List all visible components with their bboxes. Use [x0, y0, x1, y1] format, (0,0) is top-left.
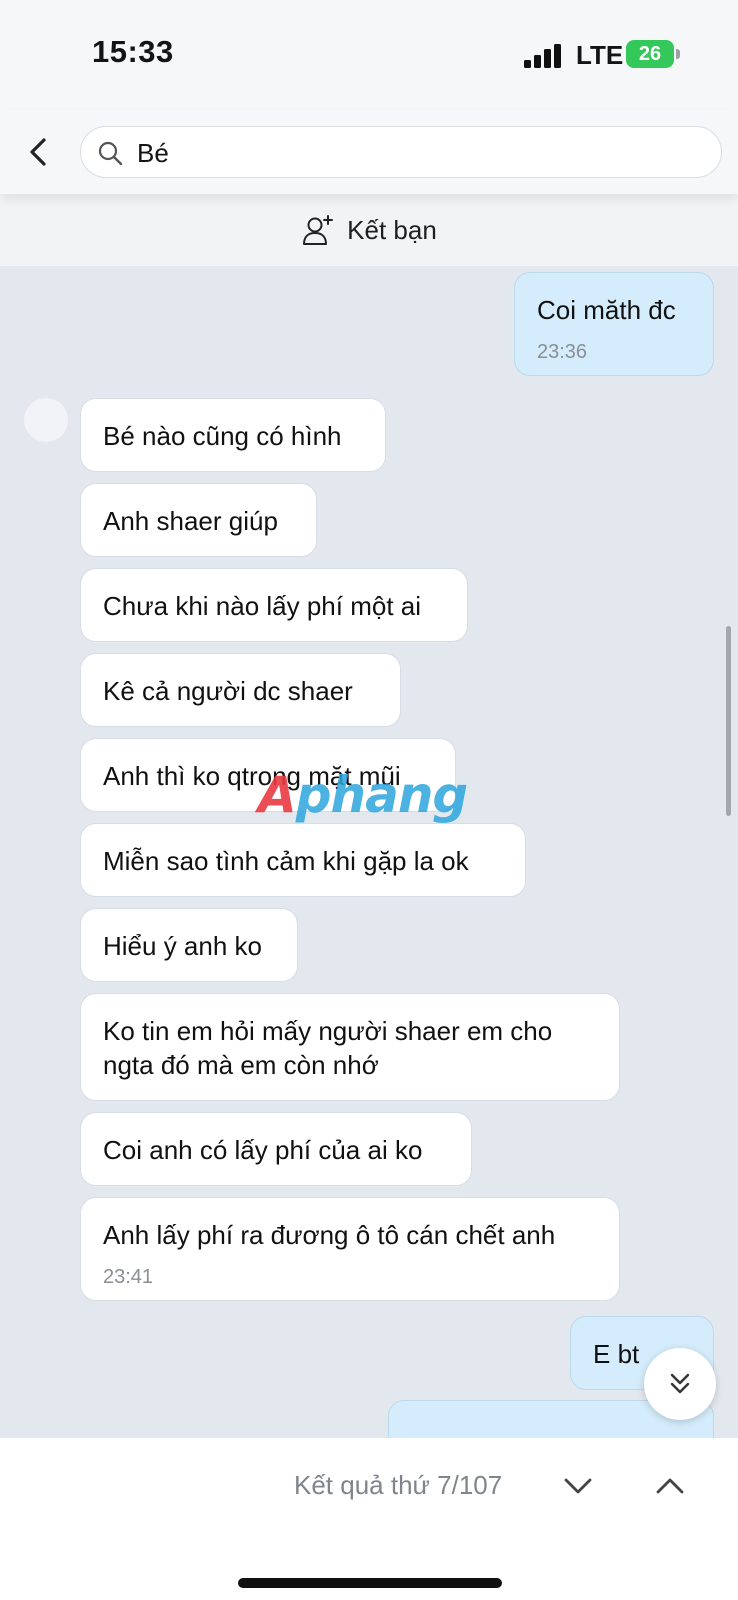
message-text-line: Ko tin em hỏi mấy người shaer em cho	[103, 1016, 553, 1046]
battery-cap	[676, 49, 680, 59]
message-text: Bé nào cũng có hình	[103, 421, 342, 451]
search-input[interactable]: Bé	[80, 126, 722, 178]
message-bubble-received[interactable]: Anh lấy phí ra đương ô tô cán chết anh 2…	[80, 1197, 620, 1301]
message-text: Coi măth đc	[537, 295, 676, 325]
message-bubble-received[interactable]: Miễn sao tình cảm khi gặp la ok	[80, 823, 526, 897]
network-type: LTE	[576, 40, 624, 70]
message-bubble-received[interactable]: Hiểu ý anh ko	[80, 908, 298, 982]
message-text-line: ngta đó mà em còn nhớ	[103, 1050, 379, 1080]
double-chevron-down-icon	[670, 1373, 690, 1394]
message-bubble-received[interactable]: Kê cả người dc shaer	[80, 653, 401, 727]
chevron-up-icon[interactable]	[652, 1468, 688, 1504]
scroll-to-bottom-button[interactable]	[644, 1348, 716, 1420]
cellular-signal-icon	[524, 44, 561, 68]
chevron-down-icon[interactable]	[560, 1468, 596, 1504]
message-bubble-received[interactable]: Ko tin em hỏi mấy người shaer em cho ngt…	[80, 993, 620, 1101]
add-person-icon	[303, 215, 334, 245]
search-icon	[98, 141, 123, 166]
message-text: Anh lấy phí ra đương ô tô cán chết anh	[103, 1220, 556, 1250]
search-result-navigation: Kết quả thứ 7/107	[0, 1438, 738, 1600]
search-query: Bé	[137, 138, 169, 168]
message-bubble-received[interactable]: Anh shaer giúp	[80, 483, 317, 557]
status-bar: 15:33 LTE 26	[0, 0, 738, 110]
watermark-first-letter: A	[258, 766, 297, 824]
message-text: Kê cả người dc shaer	[103, 676, 353, 706]
message-text: Hiểu ý anh ko	[103, 931, 262, 961]
scrollbar[interactable]	[726, 626, 731, 816]
message-bubble-received[interactable]: Coi anh có lấy phí của ai ko	[80, 1112, 472, 1186]
battery-icon: 26	[626, 40, 682, 70]
message-text: Anh shaer giúp	[103, 506, 278, 536]
battery-level: 26	[626, 40, 674, 68]
avatar[interactable]	[24, 398, 68, 442]
home-indicator[interactable]	[238, 1578, 502, 1588]
message-bubble-received[interactable]: Chưa khi nào lấy phí một ai	[80, 568, 468, 642]
watermark-rest: phang	[295, 766, 469, 824]
add-friend-button[interactable]: Kết bạn	[0, 194, 738, 266]
message-text: Miễn sao tình cảm khi gặp la ok	[103, 846, 469, 876]
message-text: Coi anh có lấy phí của ai ko	[103, 1135, 423, 1165]
status-time: 15:33	[92, 34, 174, 69]
chat-messages[interactable]: Coi măth đc 23:36 Bé nào cũng có hình An…	[0, 266, 738, 1438]
add-friend-label: Kết bạn	[347, 214, 437, 245]
message-time: 23:36	[537, 341, 588, 363]
message-time: 23:41	[103, 1266, 154, 1288]
message-text: Chưa khi nào lấy phí một ai	[103, 591, 422, 621]
message-bubble-received[interactable]: Bé nào cũng có hình	[80, 398, 386, 472]
watermark-logo: Aphang	[258, 766, 469, 824]
search-result-counter: Kết quả thứ 7/107	[294, 1470, 503, 1500]
message-bubble-sent[interactable]: Coi măth đc 23:36	[514, 272, 714, 376]
search-header: Bé	[0, 110, 738, 194]
chevron-left-icon[interactable]	[22, 134, 58, 170]
